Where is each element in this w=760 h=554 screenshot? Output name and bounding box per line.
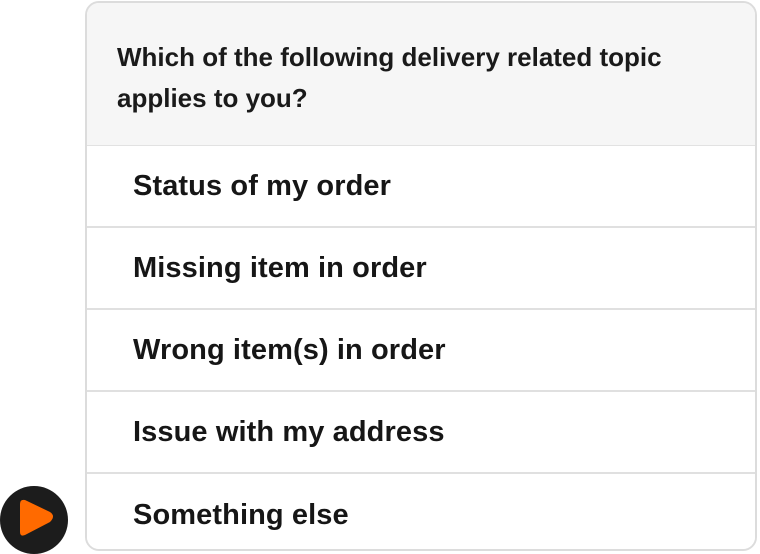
bot-avatar <box>0 486 68 554</box>
option-label: Something else <box>133 498 349 531</box>
option-wrong-items-in-order[interactable]: Wrong item(s) in order <box>87 310 755 392</box>
option-label: Missing item in order <box>133 251 427 284</box>
option-status-of-my-order[interactable]: Status of my order <box>87 146 755 228</box>
quick-reply-card: Which of the following delivery related … <box>85 1 757 551</box>
option-issue-with-my-address[interactable]: Issue with my address <box>87 392 755 474</box>
question-text: Which of the following delivery related … <box>117 42 662 113</box>
chat-stage: Which of the following delivery related … <box>0 0 760 554</box>
question-header: Which of the following delivery related … <box>87 3 755 146</box>
option-label: Wrong item(s) in order <box>133 333 446 366</box>
play-icon <box>20 499 53 536</box>
option-missing-item-in-order[interactable]: Missing item in order <box>87 228 755 310</box>
option-something-else[interactable]: Something else <box>87 474 755 549</box>
option-label: Status of my order <box>133 169 392 202</box>
option-label: Issue with my address <box>133 415 445 448</box>
